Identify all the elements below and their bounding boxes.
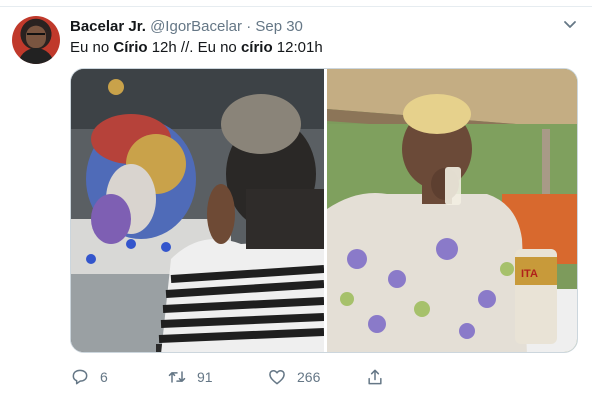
photo-woman-drinking-with-beer-can[interactable]: ITA	[327, 69, 577, 352]
reply-button[interactable]: 6	[70, 367, 108, 387]
tweet-text-bold: círio	[240, 39, 273, 56]
chevron-down-icon[interactable]	[562, 16, 578, 32]
photo-right-illustration: ITA	[327, 69, 577, 352]
reply-count: 6	[100, 369, 108, 385]
tweet-card[interactable]: Bacelar Jr. @IgorBacelar · Sep 30 Eu no …	[0, 0, 592, 403]
heart-icon	[269, 370, 285, 385]
author-name[interactable]: Bacelar Jr.	[70, 18, 146, 35]
avatar-body	[18, 48, 54, 64]
avatar-glasses	[27, 33, 45, 39]
retweet-icon	[168, 371, 186, 383]
tweet-text: Eu no Círio 12h //. Eu no círio 12:01h	[70, 38, 323, 58]
like-count: 266	[297, 369, 321, 385]
header-separator: ·	[246, 18, 252, 35]
beer-can-label: ITA	[521, 268, 538, 280]
comment-icon	[72, 369, 88, 385]
retweet-count: 91	[197, 369, 213, 385]
avatar[interactable]	[12, 16, 60, 64]
tweet-text-part: Eu no	[70, 39, 114, 56]
tweet-date[interactable]: Sep 30	[255, 18, 303, 35]
retweet-button[interactable]: 91	[167, 367, 213, 387]
like-button[interactable]: 266	[267, 367, 320, 387]
author-handle[interactable]: @IgorBacelar	[150, 18, 242, 35]
photo-altar-woman-praying[interactable]	[71, 69, 324, 352]
tweet-text-part: 12:01h	[272, 39, 323, 56]
tweet-header: Bacelar Jr. @IgorBacelar · Sep 30	[70, 17, 303, 37]
divider	[0, 6, 592, 7]
share-icon	[368, 369, 382, 385]
tweet-text-bold: Círio	[113, 39, 148, 56]
media-grid[interactable]: ITA	[70, 68, 578, 353]
tweet-text-part: 12h //. Eu no	[147, 39, 241, 56]
share-button[interactable]	[365, 367, 385, 387]
photo-left-illustration	[71, 69, 324, 352]
